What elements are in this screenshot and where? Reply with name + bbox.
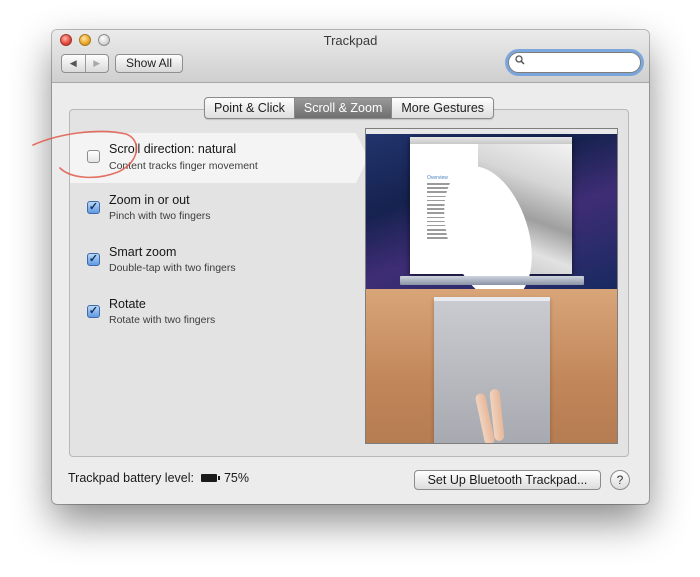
option-title: Zoom in or out: [109, 193, 190, 207]
option-rotate[interactable]: ✓ Rotate Rotate with two fingers: [52, 294, 332, 334]
forward-arrow-icon[interactable]: ▶: [84, 55, 109, 72]
option-zoom-in-out[interactable]: ✓ Zoom in or out Pinch with two fingers: [52, 190, 332, 230]
option-subtitle: Pinch with two fingers: [109, 210, 211, 222]
search-icon: [515, 55, 525, 68]
help-button[interactable]: ?: [610, 470, 630, 490]
preview-menu-bar: [366, 129, 617, 134]
option-title: Rotate: [109, 297, 146, 311]
preview-document: Overview: [410, 137, 572, 274]
option-subtitle: Double-tap with two fingers: [109, 262, 236, 274]
battery-status: Trackpad battery level: 75%: [68, 471, 249, 485]
battery-value: 75%: [223, 471, 249, 485]
search-field[interactable]: [508, 52, 641, 73]
option-subtitle: Rotate with two fingers: [109, 314, 216, 326]
preview-document-photo: [478, 144, 572, 274]
preview-document-heading: Overview: [427, 175, 448, 181]
smart-zoom-checkbox[interactable]: ✓: [87, 253, 100, 266]
option-title: Scroll direction: natural: [109, 142, 237, 156]
back-forward-buttons: ◀ ▶: [61, 54, 109, 73]
show-all-button[interactable]: Show All: [115, 54, 183, 73]
option-subtitle: Content tracks finger movement: [109, 160, 258, 172]
option-scroll-direction[interactable]: Scroll direction: natural Content tracks…: [52, 133, 332, 183]
rotate-checkbox[interactable]: ✓: [87, 305, 100, 318]
title-bar: Trackpad ◀ ▶ Show All: [52, 30, 649, 83]
preview-document-titlebar: [410, 137, 572, 144]
scroll-direction-checkbox[interactable]: [87, 150, 100, 163]
tab-bar: Point & Click Scroll & Zoom More Gesture…: [204, 97, 495, 119]
gesture-preview-video: Overview: [365, 128, 618, 444]
zoom-checkbox[interactable]: ✓: [87, 201, 100, 214]
setup-bluetooth-trackpad-button[interactable]: Set Up Bluetooth Trackpad...: [414, 470, 601, 490]
window-title: Trackpad: [323, 33, 378, 48]
battery-icon: [201, 474, 221, 482]
option-smart-zoom[interactable]: ✓ Smart zoom Double-tap with two fingers: [52, 242, 332, 282]
tab-more-gestures[interactable]: More Gestures: [392, 98, 493, 118]
option-title: Smart zoom: [109, 245, 177, 259]
preferences-window: Trackpad ◀ ▶ Show All Point & Click Scro…: [52, 30, 649, 504]
preview-dock: [400, 276, 584, 285]
preview-screen: Overview: [366, 129, 617, 289]
battery-label: Trackpad battery level:: [68, 471, 194, 485]
back-arrow-icon[interactable]: ◀: [62, 55, 85, 72]
tab-scroll-zoom[interactable]: Scroll & Zoom: [294, 98, 393, 118]
preview-trackpad: [434, 297, 550, 443]
tab-point-click[interactable]: Point & Click: [205, 98, 295, 118]
